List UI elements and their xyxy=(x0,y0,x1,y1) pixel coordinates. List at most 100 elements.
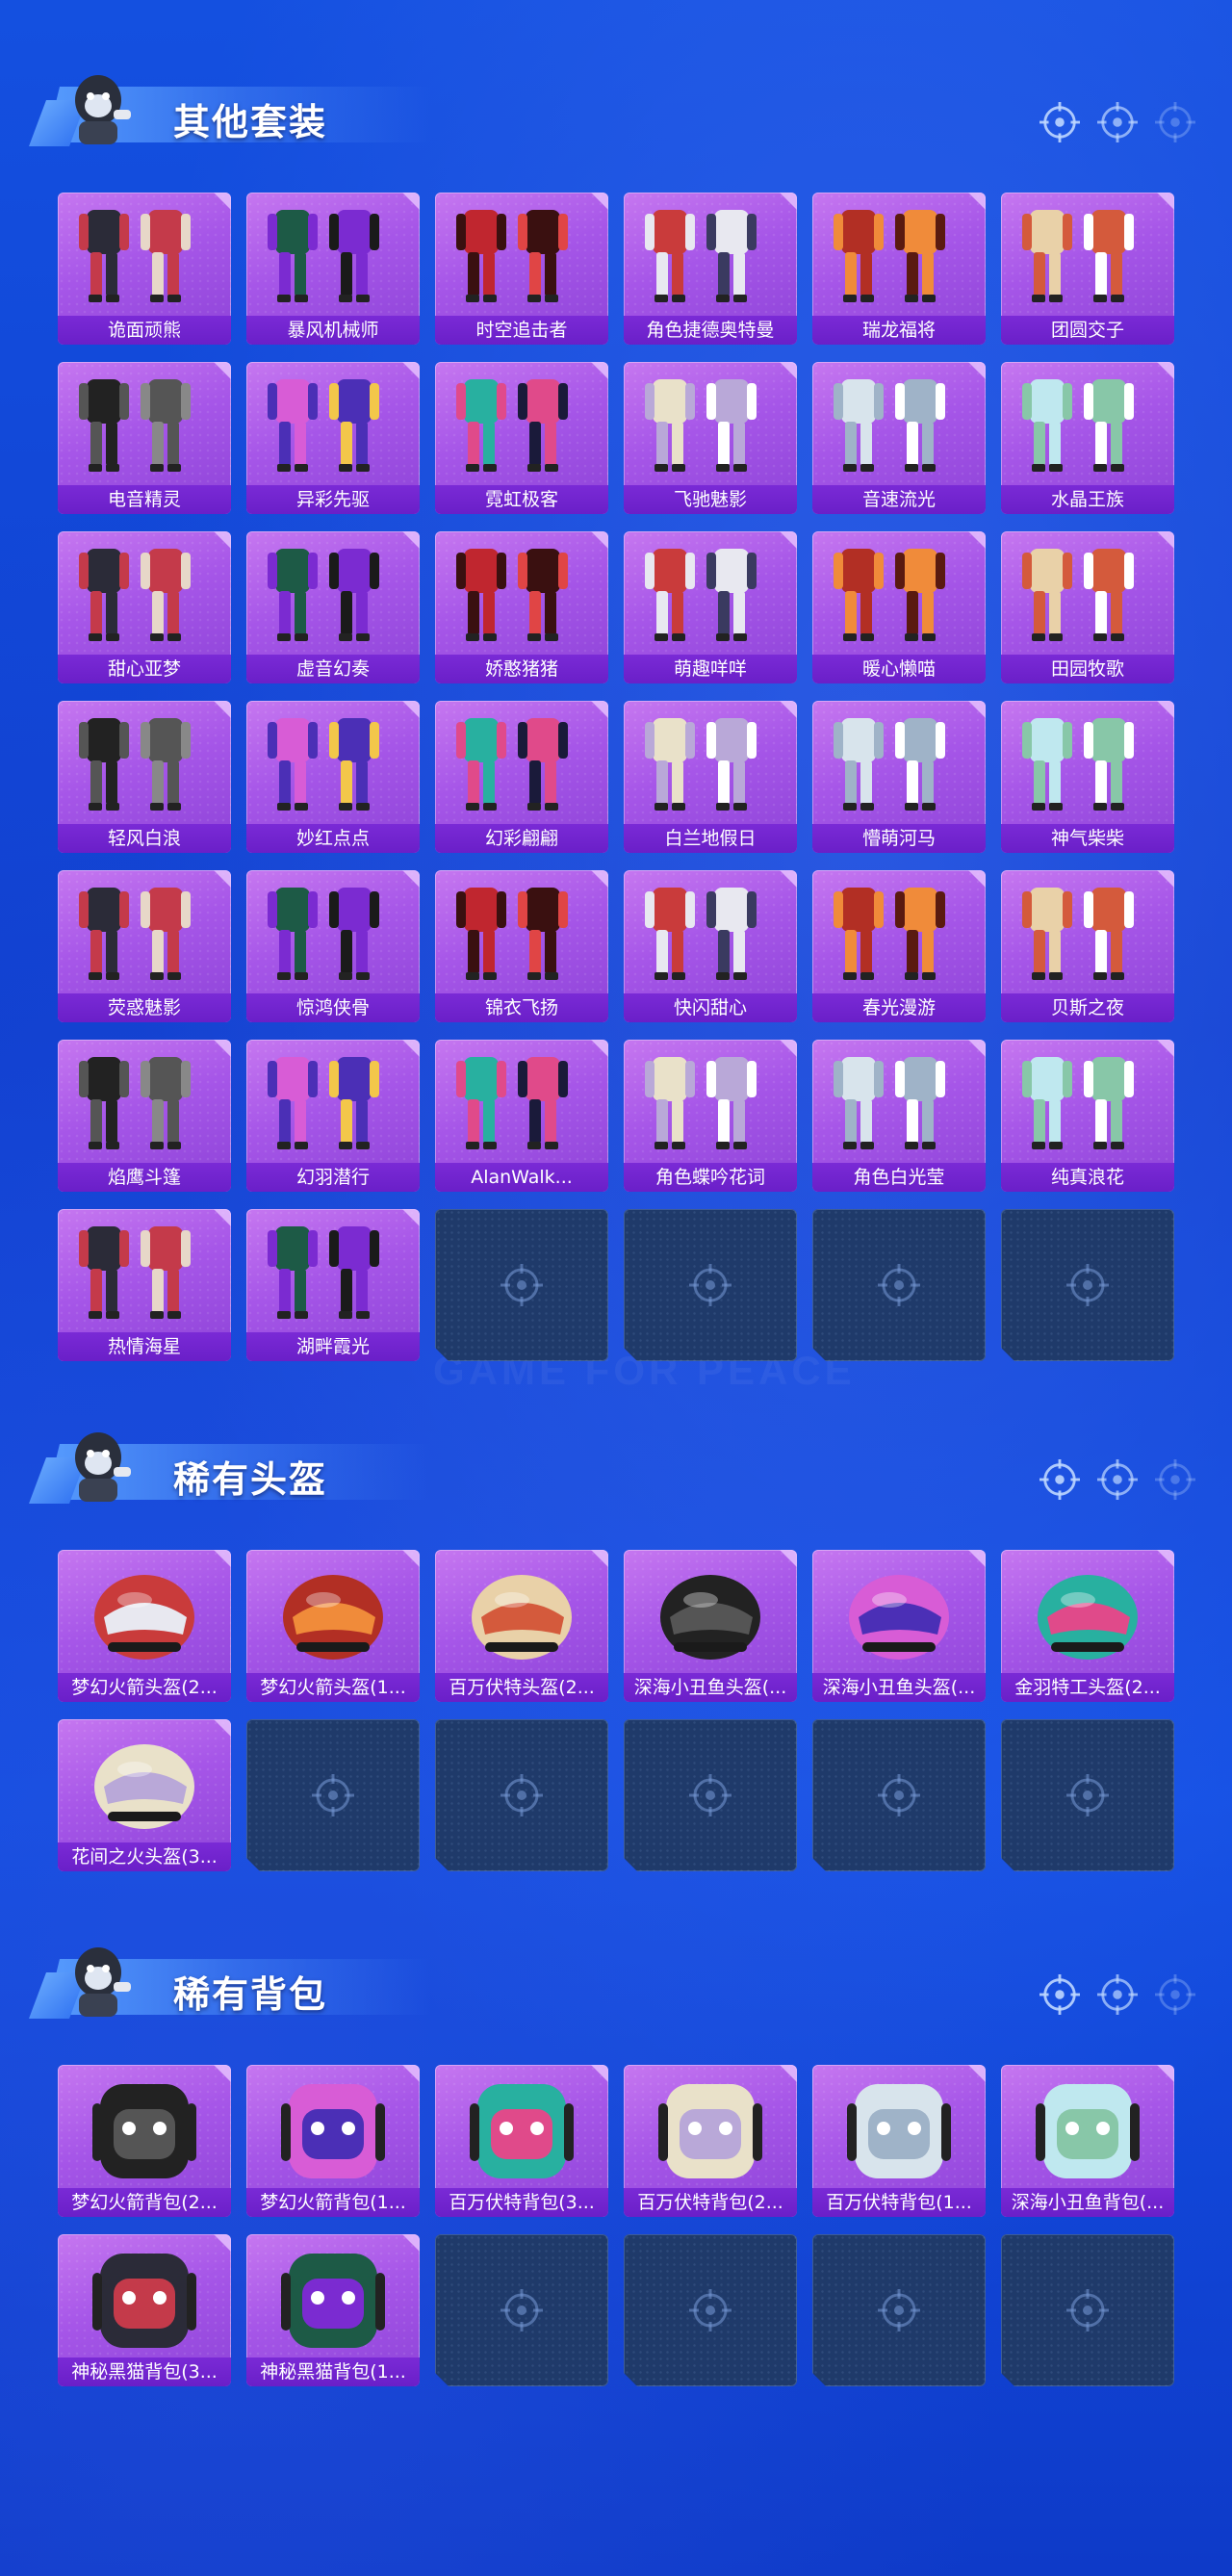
item-label: 虚音幻奏 xyxy=(246,655,420,683)
item-card[interactable]: 梦幻火箭背包(2... xyxy=(58,2065,231,2217)
card-corner xyxy=(968,2065,986,2082)
crosshair-icon xyxy=(1097,1974,1138,2019)
crosshair-icon xyxy=(1097,102,1138,146)
item-label: 田园牧歌 xyxy=(1001,655,1174,683)
empty-slot[interactable] xyxy=(435,2234,608,2386)
item-card[interactable]: 暖心懒喵 xyxy=(812,531,986,683)
item-card[interactable]: 电音精灵 xyxy=(58,362,231,514)
card-corner xyxy=(214,193,231,210)
item-card[interactable]: 深海小丑鱼背包(... xyxy=(1001,2065,1174,2217)
item-card[interactable]: 暴风机械师 xyxy=(246,193,420,345)
crosshair-icon xyxy=(1040,102,1080,146)
item-card[interactable]: 虚音幻奏 xyxy=(246,531,420,683)
item-label: 深海小丑鱼头盔(... xyxy=(624,1673,797,1702)
item-card[interactable]: 娇憨猪猪 xyxy=(435,531,608,683)
item-label: 百万伏特头盔(2... xyxy=(435,1673,608,1702)
empty-slot[interactable] xyxy=(1001,2234,1174,2386)
card-corner xyxy=(1157,362,1174,379)
empty-slot[interactable] xyxy=(1001,1209,1174,1361)
item-card[interactable]: 神气柴柴 xyxy=(1001,701,1174,853)
card-corner xyxy=(402,2065,420,2082)
item-card[interactable]: 轻风白浪 xyxy=(58,701,231,853)
item-card[interactable]: 神秘黑猫背包(1... xyxy=(246,2234,420,2386)
empty-slot[interactable] xyxy=(1001,1719,1174,1871)
mascot-icon xyxy=(75,1947,131,2017)
item-card[interactable]: 惊鸿侠骨 xyxy=(246,870,420,1022)
item-card[interactable]: 瑞龙福将 xyxy=(812,193,986,345)
item-card[interactable]: 妙红点点 xyxy=(246,701,420,853)
item-card[interactable]: 百万伏特背包(3... xyxy=(435,2065,608,2217)
item-card[interactable]: 异彩先驱 xyxy=(246,362,420,514)
item-label: 诡面顽熊 xyxy=(58,316,231,345)
item-card[interactable]: 角色蝶吟花词 xyxy=(624,1040,797,1192)
empty-slot[interactable] xyxy=(246,1719,420,1871)
section-title: 稀有背包 xyxy=(173,1973,328,2016)
item-card[interactable]: 纯真浪花 xyxy=(1001,1040,1174,1192)
item-card[interactable]: 春光漫游 xyxy=(812,870,986,1022)
outfit-thumbnail xyxy=(79,888,191,980)
crosshair-icon xyxy=(1097,1459,1138,1504)
empty-slot[interactable] xyxy=(812,1719,986,1871)
item-card[interactable]: 时空追击者 xyxy=(435,193,608,345)
item-card[interactable]: AlanWalk... xyxy=(435,1040,608,1192)
item-card[interactable]: 幻羽潜行 xyxy=(246,1040,420,1192)
card-corner xyxy=(1157,1040,1174,1057)
item-card[interactable]: 快闪甜心 xyxy=(624,870,797,1022)
section-header: 稀有背包 xyxy=(29,1930,431,2036)
item-card[interactable]: 白兰地假日 xyxy=(624,701,797,853)
empty-slot[interactable] xyxy=(812,1209,986,1361)
item-card[interactable]: 深海小丑鱼头盔(... xyxy=(624,1550,797,1702)
item-card[interactable]: 深海小丑鱼头盔(... xyxy=(812,1550,986,1702)
item-card[interactable]: 热情海星 xyxy=(58,1209,231,1361)
item-card[interactable]: 角色白光莹 xyxy=(812,1040,986,1192)
item-card[interactable]: 湖畔霞光 xyxy=(246,1209,420,1361)
item-card[interactable]: 懵萌河马 xyxy=(812,701,986,853)
outfit-thumbnail xyxy=(268,718,379,811)
card-corner xyxy=(214,1719,231,1737)
item-card[interactable]: 幻彩翩翩 xyxy=(435,701,608,853)
item-label: 妙红点点 xyxy=(246,824,420,853)
item-card[interactable]: 梦幻火箭头盔(1... xyxy=(246,1550,420,1702)
outfit-thumbnail xyxy=(268,888,379,980)
item-card[interactable]: 金羽特工头盔(2... xyxy=(1001,1550,1174,1702)
item-card[interactable]: 百万伏特背包(1... xyxy=(812,2065,986,2217)
item-card[interactable]: 梦幻火箭背包(1... xyxy=(246,2065,420,2217)
item-label: 娇憨猪猪 xyxy=(435,655,608,683)
card-corner xyxy=(591,701,608,718)
item-card[interactable]: 甜心亚梦 xyxy=(58,531,231,683)
item-card[interactable]: 水晶王族 xyxy=(1001,362,1174,514)
item-label: 电音精灵 xyxy=(58,485,231,514)
item-card[interactable]: 萌趣咩咩 xyxy=(624,531,797,683)
empty-slot[interactable] xyxy=(624,1209,797,1361)
item-label: 梦幻火箭头盔(1... xyxy=(246,1673,420,1702)
item-card[interactable]: 神秘黑猫背包(3... xyxy=(58,2234,231,2386)
item-card[interactable]: 锦衣飞扬 xyxy=(435,870,608,1022)
item-card[interactable]: 诡面顽熊 xyxy=(58,193,231,345)
mascot-icon xyxy=(75,75,131,144)
item-label: 金羽特工头盔(2... xyxy=(1001,1673,1174,1702)
item-label: AlanWalk... xyxy=(435,1163,608,1192)
item-card[interactable]: 霓虹极客 xyxy=(435,362,608,514)
outfit-thumbnail xyxy=(645,718,757,811)
card-corner xyxy=(780,1040,797,1057)
item-card[interactable]: 花间之火头盔(3... xyxy=(58,1719,231,1871)
backpack-thumbnail xyxy=(281,2084,385,2178)
empty-slot[interactable] xyxy=(435,1719,608,1871)
item-card[interactable]: 梦幻火箭头盔(2... xyxy=(58,1550,231,1702)
item-card[interactable]: 团圆交子 xyxy=(1001,193,1174,345)
item-card[interactable]: 焰鹰斗篷 xyxy=(58,1040,231,1192)
item-card[interactable]: 荧惑魅影 xyxy=(58,870,231,1022)
item-card[interactable]: 百万伏特背包(2... xyxy=(624,2065,797,2217)
card-corner xyxy=(968,701,986,718)
empty-slot[interactable] xyxy=(812,2234,986,2386)
item-card[interactable]: 贝斯之夜 xyxy=(1001,870,1174,1022)
empty-slot[interactable] xyxy=(624,2234,797,2386)
item-card[interactable]: 田园牧歌 xyxy=(1001,531,1174,683)
item-card[interactable]: 角色捷德奥特曼 xyxy=(624,193,797,345)
outfit-thumbnail xyxy=(1022,210,1134,302)
item-card[interactable]: 百万伏特头盔(2... xyxy=(435,1550,608,1702)
empty-slot[interactable] xyxy=(624,1719,797,1871)
empty-slot[interactable] xyxy=(435,1209,608,1361)
item-card[interactable]: 飞驰魅影 xyxy=(624,362,797,514)
item-card[interactable]: 音速流光 xyxy=(812,362,986,514)
